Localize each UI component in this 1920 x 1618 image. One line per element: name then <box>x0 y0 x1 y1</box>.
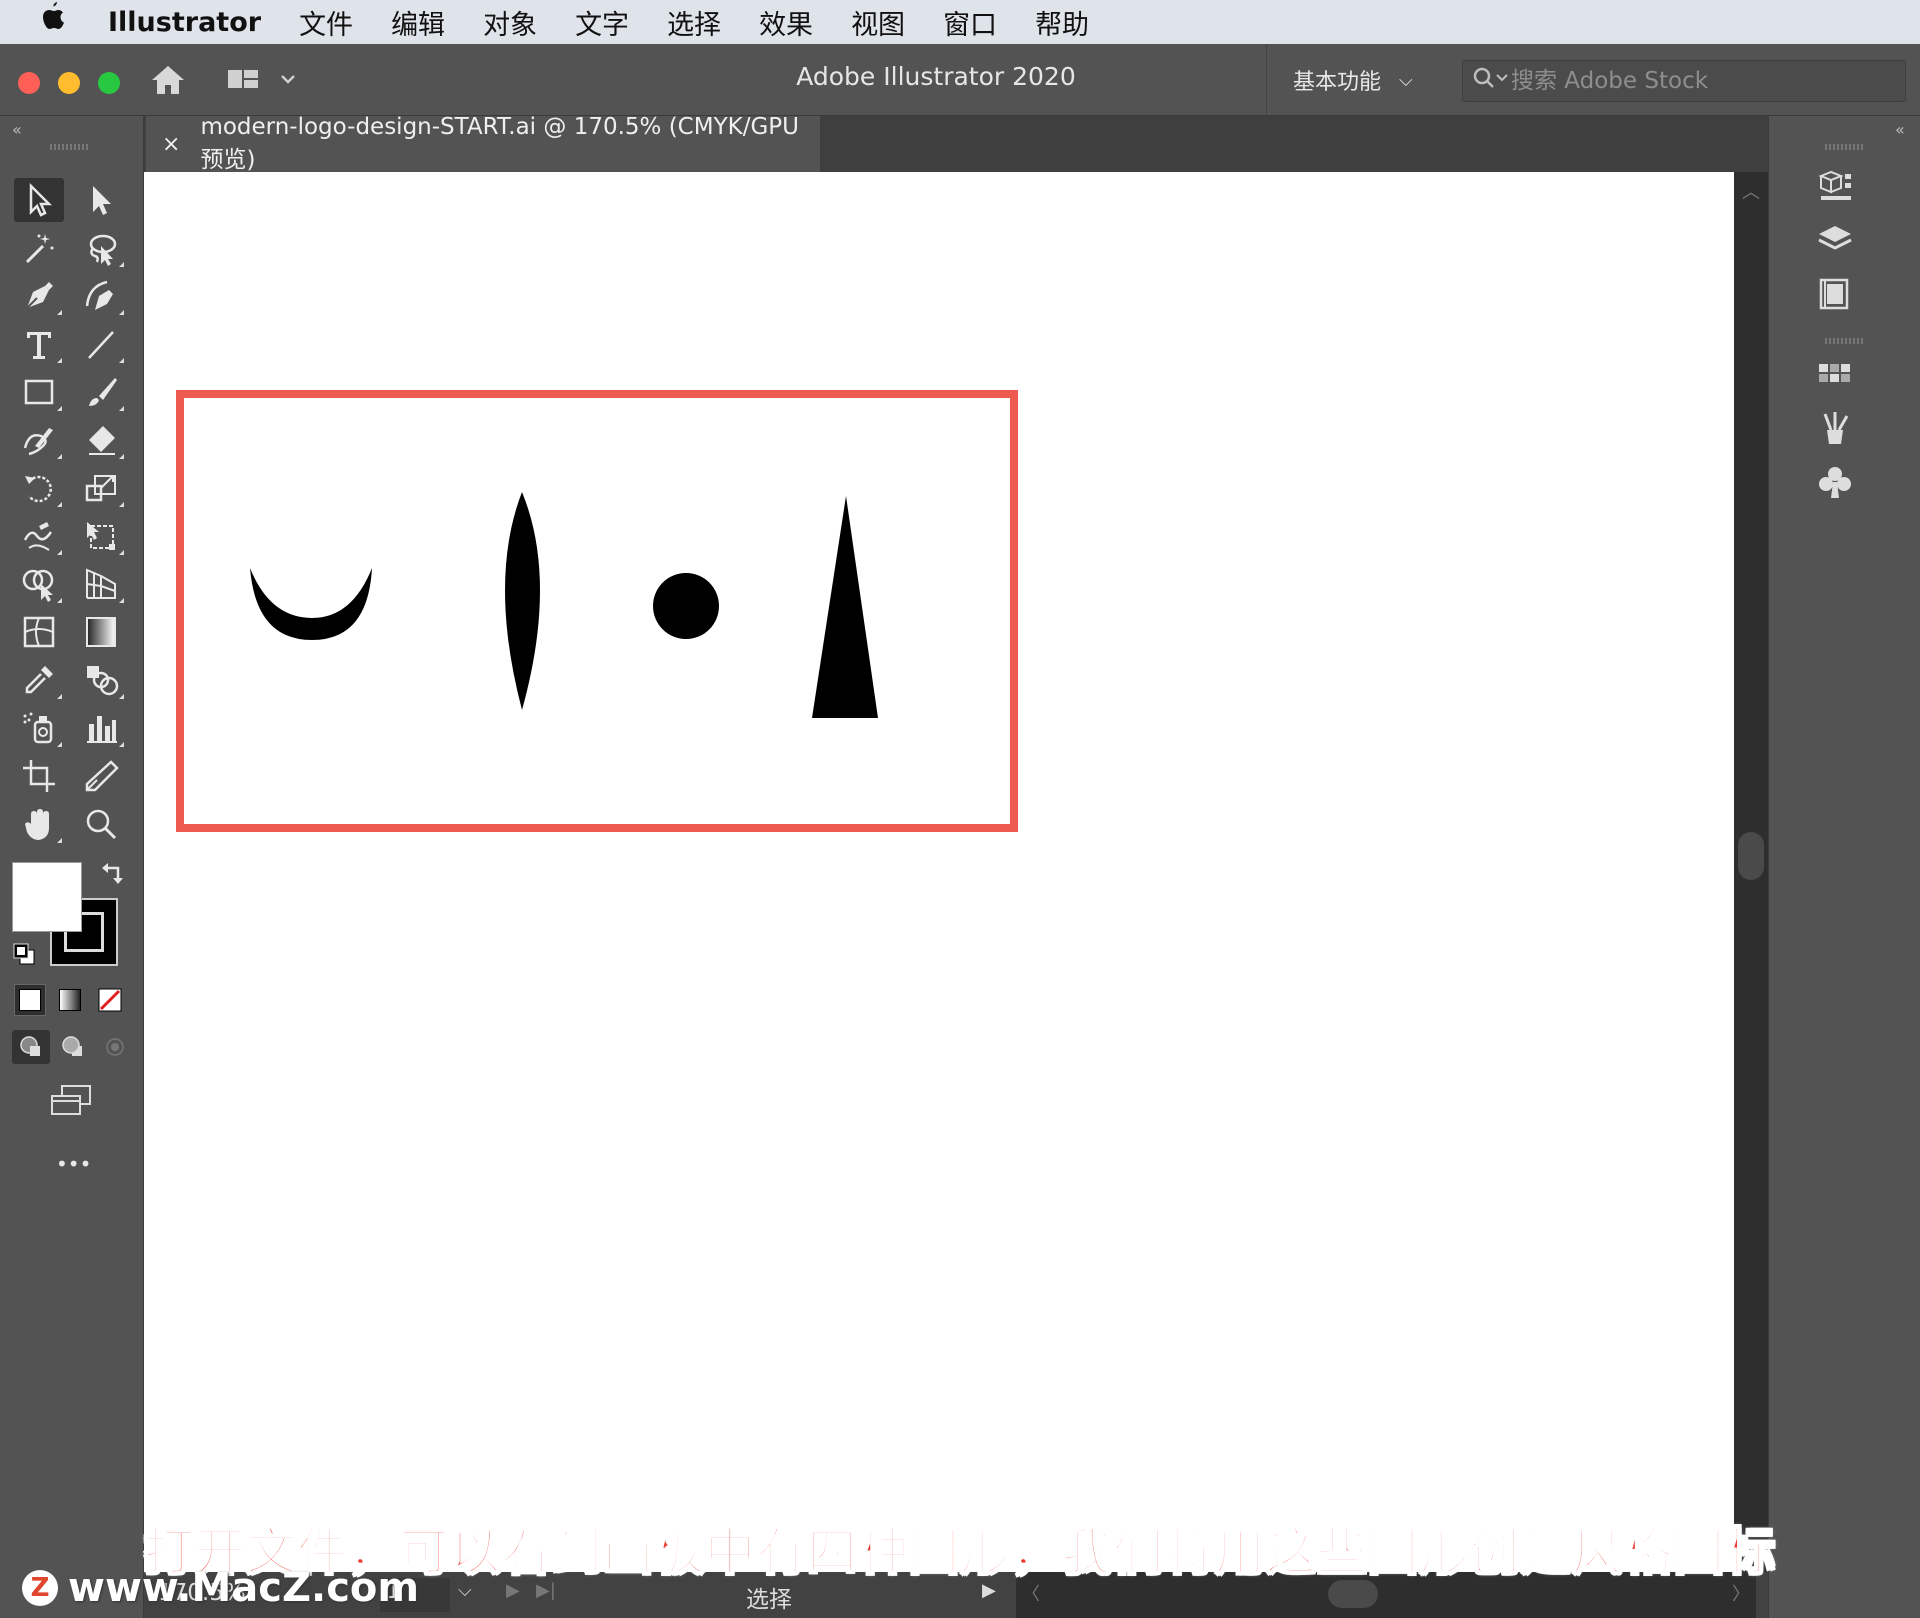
circle-shape[interactable] <box>653 573 719 639</box>
more-tools-button[interactable]: ••• <box>56 1152 91 1176</box>
menu-file[interactable]: 文件 <box>299 3 353 42</box>
tools-panel: « ••• <box>0 116 144 1618</box>
swatches-icon[interactable] <box>1807 350 1863 398</box>
stock-search-input[interactable] <box>1511 68 1871 94</box>
dock-grip[interactable] <box>1825 144 1865 150</box>
collapse-dock-icon[interactable]: « <box>1895 120 1905 139</box>
gradient-tool-icon[interactable] <box>76 610 126 654</box>
artboard-tool-icon[interactable] <box>14 754 64 798</box>
menu-bar: Illustrator 文件 编辑 对象 文字 选择 效果 视图 窗口 帮助 <box>0 0 1920 44</box>
draw-behind-icon[interactable] <box>54 1030 92 1064</box>
menu-edit[interactable]: 编辑 <box>391 3 445 42</box>
workspace-switcher[interactable]: 基本功能 ⌵ <box>1266 44 1448 116</box>
blend-tool-icon[interactable] <box>76 658 126 702</box>
scroll-up-icon[interactable]: ︿ <box>1742 178 1760 204</box>
lasso-tool-icon[interactable] <box>76 226 126 270</box>
dock-grip-2[interactable] <box>1825 338 1865 344</box>
fill-swatch[interactable] <box>12 862 82 932</box>
vertical-scroll-thumb[interactable] <box>1738 832 1764 880</box>
zoom-window-button[interactable] <box>98 72 120 94</box>
status-tool-name: 选择 <box>746 1587 792 1613</box>
swap-fill-stroke-icon[interactable] <box>100 860 126 890</box>
adobe-stock-search[interactable] <box>1462 60 1906 102</box>
menu-type[interactable]: 文字 <box>575 3 629 42</box>
watermark: Z www.MacZ.com <box>22 1565 419 1611</box>
none-mode-button[interactable] <box>94 984 126 1016</box>
menu-help[interactable]: 帮助 <box>1035 3 1089 42</box>
curvature-tool-icon[interactable] <box>76 274 126 318</box>
close-window-button[interactable] <box>18 72 40 94</box>
menu-app-name[interactable]: Illustrator <box>108 7 261 38</box>
apple-icon[interactable] <box>38 0 72 45</box>
pen-tool-icon[interactable] <box>14 274 64 318</box>
draw-inside-icon[interactable] <box>96 1030 134 1064</box>
magic-wand-tool-icon[interactable] <box>14 226 64 270</box>
color-mode-button[interactable] <box>14 984 46 1016</box>
shaper-tool-icon[interactable] <box>14 418 64 462</box>
menu-view[interactable]: 视图 <box>851 3 905 42</box>
brushes-icon[interactable] <box>1807 404 1863 452</box>
search-icon <box>1471 64 1511 98</box>
zoom-tool-icon[interactable] <box>76 802 126 846</box>
selection-tool-icon[interactable] <box>14 178 64 222</box>
free-transform-tool-icon[interactable] <box>76 514 126 558</box>
workspace-label: 基本功能 <box>1293 70 1382 95</box>
eyedropper-tool-icon[interactable] <box>14 658 64 702</box>
properties-icon[interactable] <box>1807 162 1863 210</box>
menu-object[interactable]: 对象 <box>483 3 537 42</box>
mesh-tool-icon[interactable] <box>14 610 64 654</box>
symbol-sprayer-tool-icon[interactable] <box>14 706 64 750</box>
scale-tool-icon[interactable] <box>76 466 126 510</box>
vertical-scrollbar[interactable]: ︿ ﹀ <box>1734 172 1768 1572</box>
artboard-canvas[interactable] <box>144 172 1734 1572</box>
shape-builder-tool-icon[interactable] <box>14 562 64 606</box>
paintbrush-tool-icon[interactable] <box>76 370 126 414</box>
crescent-shape[interactable] <box>250 568 372 640</box>
perspective-grid-tool-icon[interactable] <box>76 562 126 606</box>
application-bar: Adobe Illustrator 2020 基本功能 ⌵ <box>0 44 1920 116</box>
gradient-mode-button[interactable] <box>54 984 86 1016</box>
line-segment-tool-icon[interactable] <box>76 322 126 366</box>
minimize-window-button[interactable] <box>58 72 80 94</box>
document-tab[interactable]: × modern-logo-design-START.ai @ 170.5% (… <box>146 114 820 173</box>
home-icon[interactable] <box>148 62 188 98</box>
horizontal-scroll-thumb[interactable] <box>1328 1580 1378 1608</box>
watermark-text: www.MacZ.com <box>68 1565 420 1611</box>
watermark-logo: Z <box>22 1570 58 1606</box>
rotate-tool-icon[interactable] <box>14 466 64 510</box>
hand-tool-icon[interactable] <box>14 802 64 846</box>
artboard-shapes <box>250 492 878 718</box>
warp-tool-icon[interactable] <box>14 514 64 558</box>
menu-select[interactable]: 选择 <box>667 3 721 42</box>
document-tab-bar: × modern-logo-design-START.ai @ 170.5% (… <box>144 114 1768 173</box>
direct-selection-tool-icon[interactable] <box>76 178 126 222</box>
chevron-down-icon: ⌵ <box>1399 69 1413 91</box>
default-fill-stroke-icon[interactable] <box>12 942 36 970</box>
leaf-shape[interactable] <box>505 492 540 710</box>
document-tab-title: modern-logo-design-START.ai @ 170.5% (CM… <box>200 114 799 173</box>
screen-mode-icon[interactable] <box>48 1082 94 1122</box>
slice-tool-icon[interactable] <box>76 754 126 798</box>
close-tab-icon[interactable]: × <box>162 132 180 157</box>
libraries-icon[interactable] <box>1807 270 1863 318</box>
symbols-icon[interactable] <box>1807 458 1863 506</box>
draw-normal-icon[interactable] <box>12 1030 50 1064</box>
collapse-panel-icon[interactable]: « <box>12 120 22 139</box>
menu-window[interactable]: 窗口 <box>943 3 997 42</box>
eraser-tool-icon[interactable] <box>76 418 126 462</box>
arrange-documents-button[interactable] <box>226 64 296 100</box>
panel-dock: « <box>1768 116 1920 1618</box>
triangle-shape[interactable] <box>812 496 878 718</box>
menu-effect[interactable]: 效果 <box>759 3 813 42</box>
rectangle-tool-icon[interactable] <box>14 370 64 414</box>
column-graph-tool-icon[interactable] <box>76 706 126 750</box>
illustrator-window: Illustrator 文件 编辑 对象 文字 选择 效果 视图 窗口 帮助 A… <box>0 0 1920 1618</box>
panel-grip[interactable] <box>50 144 90 150</box>
layers-icon[interactable] <box>1807 216 1863 264</box>
type-tool-icon[interactable] <box>14 322 64 366</box>
